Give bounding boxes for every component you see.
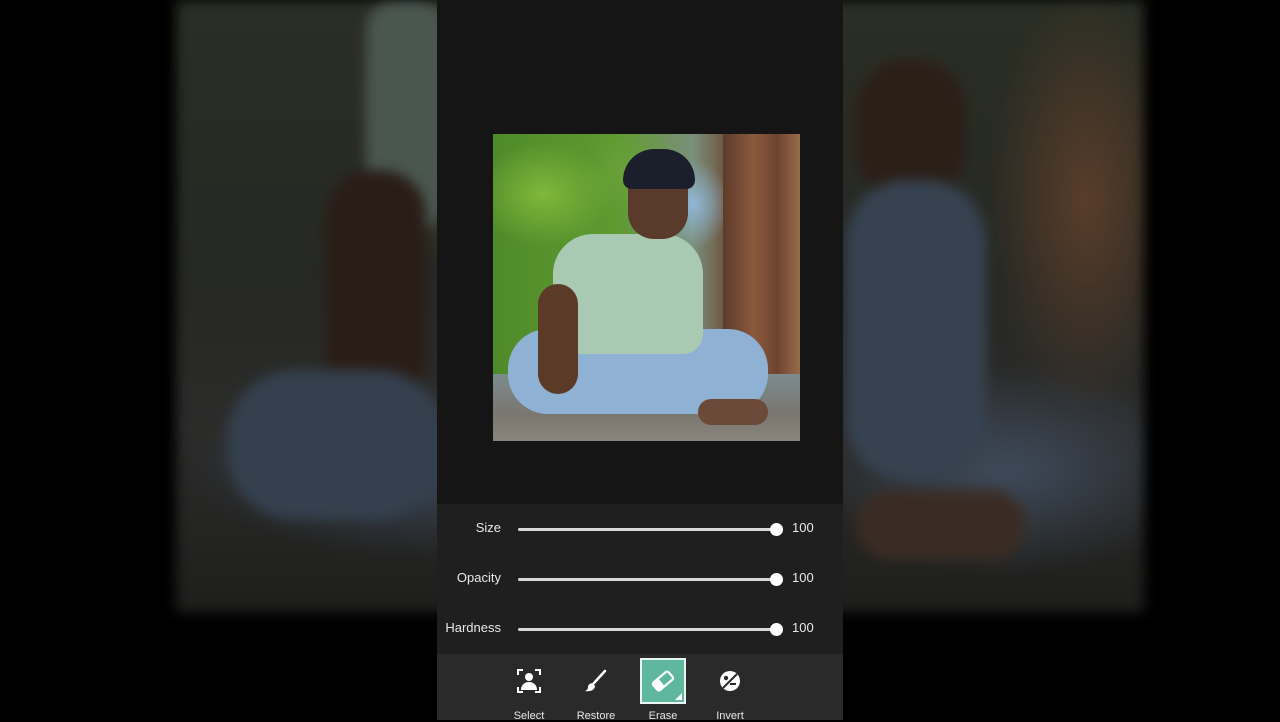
invert-tool-label: Invert <box>716 710 744 722</box>
opacity-slider[interactable] <box>518 578 776 581</box>
size-value: 100 <box>792 520 814 535</box>
hardness-label: Hardness <box>445 620 501 635</box>
restore-tool-button[interactable]: Restore <box>554 658 620 722</box>
tool-bar: Select Restore Erase Invert <box>437 654 843 722</box>
opacity-value: 100 <box>792 570 814 585</box>
size-slider-handle[interactable] <box>769 523 783 536</box>
opacity-label: Opacity <box>456 570 501 585</box>
opacity-slider-handle[interactable] <box>769 573 783 586</box>
size-slider-row: Size 100 <box>437 517 843 541</box>
editor-screen: Size 100 Opacity 100 Hardness 100 Select… <box>437 0 843 722</box>
brush-icon <box>573 658 619 704</box>
size-slider[interactable] <box>518 528 776 531</box>
hardness-slider-handle[interactable] <box>769 623 783 636</box>
invert-icon <box>707 658 753 704</box>
eraser-icon <box>640 658 686 704</box>
opacity-slider-row: Opacity 100 <box>437 567 843 591</box>
editing-canvas[interactable] <box>437 0 843 504</box>
select-tool-button[interactable]: Select <box>487 658 553 722</box>
erase-tool-button[interactable]: Erase <box>621 658 687 722</box>
hardness-slider[interactable] <box>518 628 776 631</box>
hardness-value: 100 <box>792 620 814 635</box>
size-label: Size <box>475 520 501 535</box>
select-person-icon <box>506 658 552 704</box>
photo-preview[interactable] <box>493 134 800 441</box>
invert-tool-button[interactable]: Invert <box>688 658 754 722</box>
hardness-slider-row: Hardness 100 <box>437 617 843 641</box>
brush-settings-panel: Size 100 Opacity 100 Hardness 100 <box>437 504 843 654</box>
